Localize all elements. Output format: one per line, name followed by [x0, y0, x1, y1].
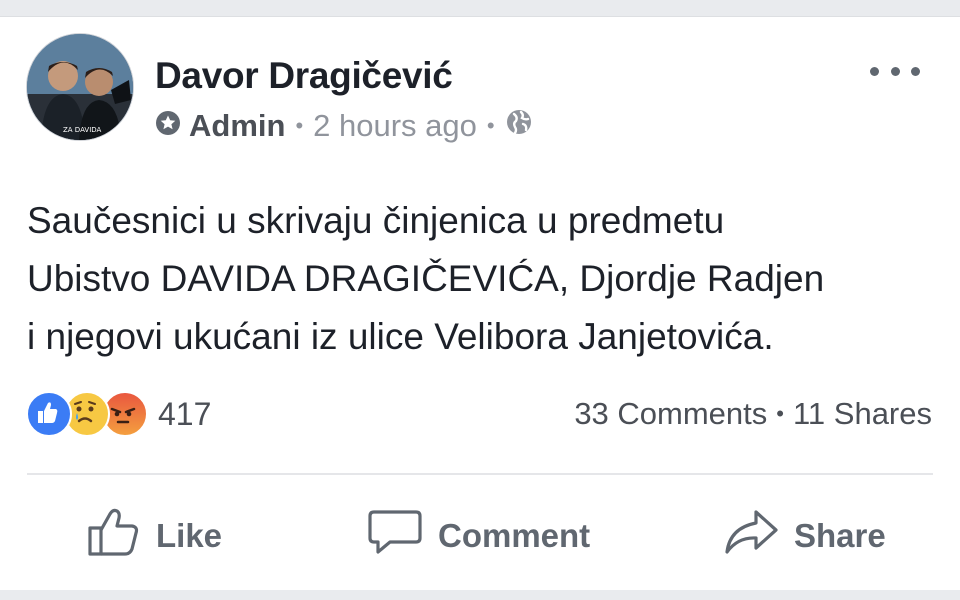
timestamp[interactable]: 2 hours ago — [313, 108, 477, 144]
comments-count-link[interactable]: 33 Comments — [574, 396, 767, 432]
avatar[interactable]: ZA DAVIDA — [26, 33, 134, 141]
post-text-line: Saučesnici u skrivaju činjenica u predme… — [27, 200, 725, 241]
comment-label: Comment — [438, 517, 591, 554]
reactions-summary[interactable]: 417 — [26, 391, 212, 437]
avatar-text: ZA DAVIDA — [63, 126, 102, 134]
role-label: Admin — [189, 108, 286, 143]
share-button[interactable]: Share — [722, 501, 886, 571]
author-name[interactable]: Davor Dragičević — [155, 55, 453, 97]
thumbs-up-icon — [86, 506, 156, 566]
globe-icon[interactable] — [505, 108, 533, 144]
like-icon — [26, 391, 72, 437]
post-text: Saučesnici u skrivaju činjenica u predme… — [27, 192, 937, 366]
bottom-strip — [0, 590, 960, 600]
share-label: Share — [794, 517, 886, 554]
comment-bubble-icon — [366, 506, 438, 566]
post-text-line: i njegovi ukućani iz ulice Velibora Janj… — [27, 316, 774, 357]
share-arrow-icon — [722, 506, 794, 566]
comment-button[interactable]: Comment — [366, 501, 590, 571]
post-stats: 33 Comments • 11 Shares — [574, 392, 932, 436]
meta-separator-2: • — [486, 113, 495, 138]
stats-separator: • — [776, 401, 784, 426]
like-label: Like — [156, 517, 223, 554]
top-strip — [0, 0, 960, 17]
admin-badge-icon — [155, 108, 181, 144]
more-options-icon[interactable] — [870, 59, 920, 83]
shares-count-link[interactable]: 11 Shares — [793, 396, 932, 432]
post-meta: Admin • 2 hours ago • — [155, 108, 533, 144]
post-card: ZA DAVIDA Davor Dragičević Admin • 2 hou… — [0, 17, 960, 590]
like-button[interactable]: Like — [86, 501, 222, 571]
reaction-count: 417 — [158, 395, 212, 432]
post-text-line: Ubistvo DAVIDA DRAGIČEVIĆA, Djordje Radj… — [27, 258, 825, 299]
divider — [27, 473, 933, 475]
meta-separator: • — [295, 113, 304, 138]
action-bar: Like Comment Share — [0, 501, 960, 571]
